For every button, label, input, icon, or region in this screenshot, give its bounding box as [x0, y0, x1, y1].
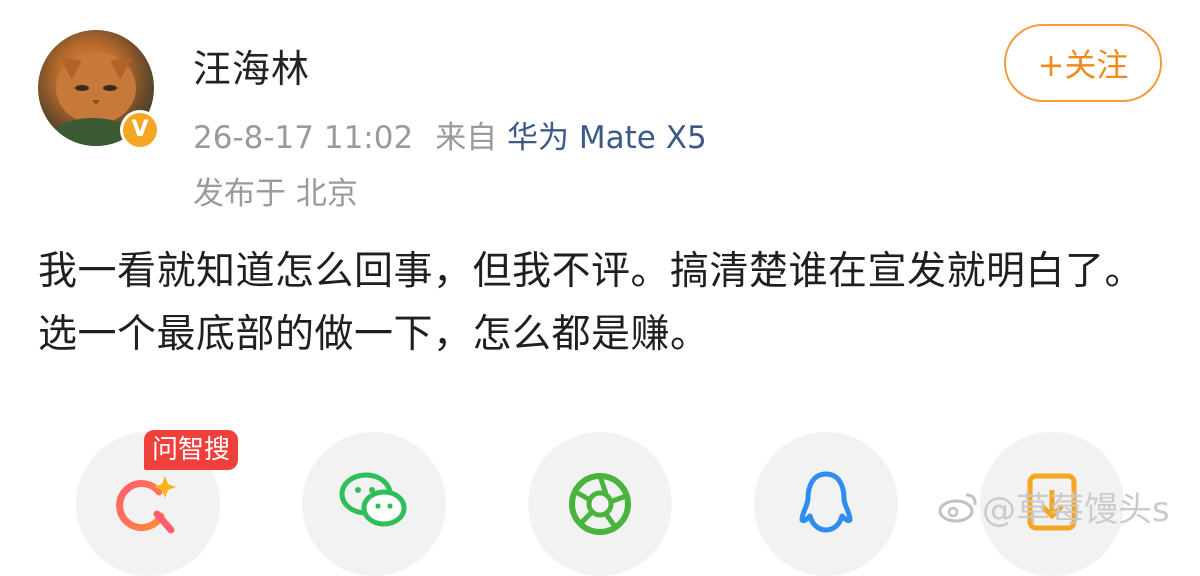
post-timestamp: 26-8-17 11:02: [193, 120, 414, 156]
post-meta: 26-8-17 11:02 来自 华为 Mate X5: [193, 112, 707, 157]
ai-search-icon: [116, 476, 176, 534]
weibo-logo-icon: [938, 491, 978, 532]
post-text: 我一看就知道怎么回事，但我不评。搞清楚谁在宣发就明白了。选一个最底部的做一下，怎…: [38, 249, 1145, 357]
wechat-icon: [339, 472, 407, 527]
verified-icon: V: [123, 113, 157, 147]
ai-search-badge: 问智搜: [144, 430, 239, 470]
device-link[interactable]: 华为 Mate X5: [507, 120, 707, 156]
username[interactable]: 汪海林: [193, 38, 310, 93]
share-moments-button[interactable]: [528, 432, 672, 576]
watermark: @草莓馒头s: [938, 482, 1170, 532]
watermark-text: @草莓馒头s: [982, 490, 1170, 530]
moments-icon: [569, 473, 631, 535]
follow-button[interactable]: +关注: [1004, 24, 1162, 102]
qq-icon: [799, 471, 853, 533]
post-location: 发布于 北京: [193, 176, 358, 212]
source-prefix: 来自: [435, 120, 498, 156]
avatar[interactable]: V: [38, 30, 160, 152]
verified-badge: V: [120, 110, 160, 150]
share-wechat-button[interactable]: [302, 432, 446, 576]
share-qq-button[interactable]: [754, 432, 898, 576]
